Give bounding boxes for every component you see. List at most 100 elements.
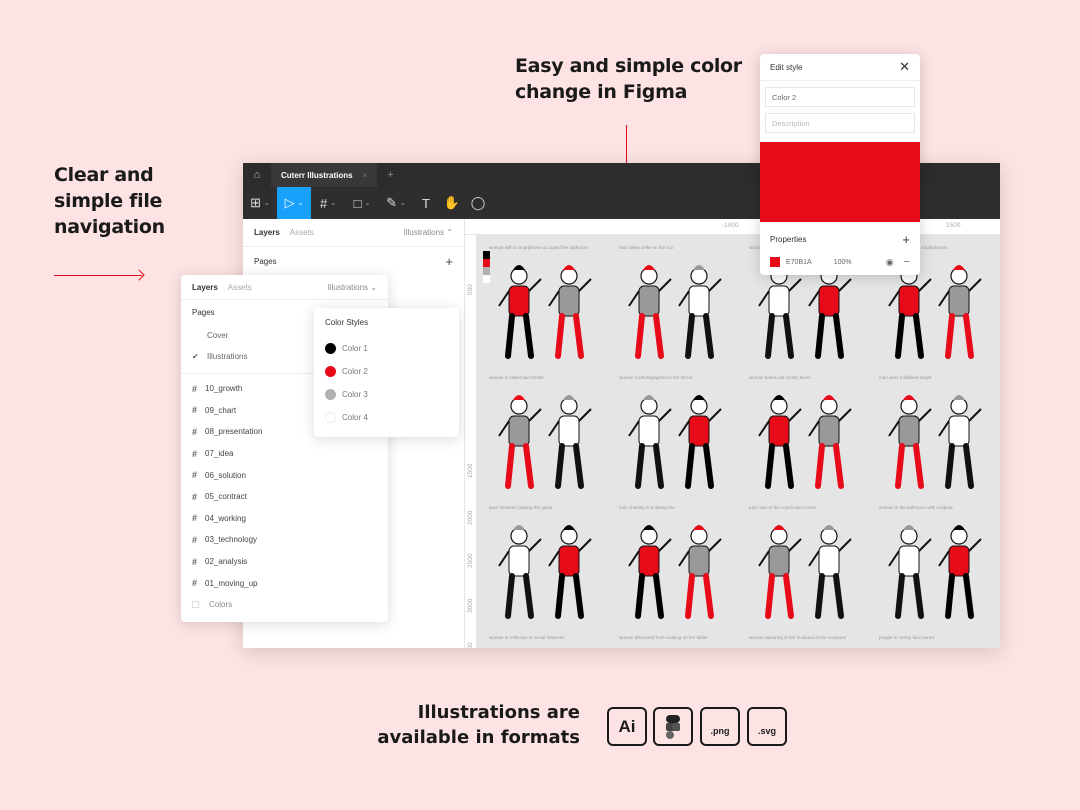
layer-frame[interactable]: #02_analysis: [181, 551, 388, 573]
frame-icon: #: [192, 470, 198, 481]
illustration-caption: woman in reflection in social networks: [489, 635, 565, 640]
pen-tool-icon[interactable]: ✎ ⌄: [379, 187, 413, 219]
illustration-frame[interactable]: woman with a smartphone occupied the bat…: [489, 245, 614, 375]
page-select-label: Illustrations: [403, 228, 445, 237]
illustration-frame[interactable]: woman distracted from cooking on her tab…: [619, 635, 744, 648]
fill-row: E70B1A 100% ◉ −: [770, 256, 910, 268]
page-select[interactable]: Illustrations ⌄: [328, 283, 377, 292]
illustration-frame[interactable]: man takes selfie on the run: [619, 245, 744, 375]
description-placeholder: Description: [772, 118, 810, 128]
color-style-item[interactable]: Color 3: [325, 383, 448, 406]
illustration-frame[interactable]: people in smiley face bones: [879, 635, 1000, 648]
ruler-label: 3000: [467, 598, 474, 613]
ruler-label: 2000: [467, 510, 474, 525]
hand-tool-icon[interactable]: ✋: [439, 187, 465, 219]
file-tab[interactable]: Cuterr Illustrations ×: [271, 163, 378, 187]
ruler-label: 1500: [467, 463, 474, 478]
move-tool-icon[interactable]: ▷ ⌄: [277, 187, 311, 219]
illustration: [758, 525, 852, 619]
tab-layers[interactable]: Layers: [254, 228, 280, 237]
illustration: [628, 395, 722, 489]
frame-icon: #: [192, 534, 198, 545]
illustration: [498, 395, 592, 489]
illustration: [498, 265, 592, 359]
frame-icon: #: [192, 405, 198, 416]
style-name-input[interactable]: Color 2: [765, 87, 915, 107]
layer-frame[interactable]: #05_contract: [181, 486, 388, 508]
pages-label: Pages: [254, 256, 277, 266]
illustration-frame[interactable]: woman hands out smiley faces: [749, 375, 874, 505]
frame-tool-icon[interactable]: # ⌄: [311, 187, 345, 219]
format-label: .png: [710, 726, 730, 736]
remove-fill-icon[interactable]: −: [904, 256, 910, 268]
layer-colors[interactable]: Colors: [181, 594, 388, 616]
color-style-item[interactable]: Color 4: [325, 406, 448, 429]
tab-assets[interactable]: Assets: [290, 228, 314, 237]
illustration-frame[interactable]: man aims a disliked target: [879, 375, 1000, 505]
add-property-icon[interactable]: +: [902, 232, 910, 247]
home-icon[interactable]: ⌂: [243, 169, 271, 181]
check-icon: ✔: [192, 352, 199, 361]
illustration-frame[interactable]: woman in the bathroom with a laptop: [879, 505, 1000, 635]
fill-swatch[interactable]: [770, 257, 780, 267]
illustration: [628, 525, 722, 619]
color-style-label: Color 4: [342, 413, 368, 422]
heading-navigation: Clear and simple file navigation: [54, 162, 165, 240]
fill-hex[interactable]: E70B1A: [786, 259, 812, 266]
tab-layers[interactable]: Layers: [192, 283, 218, 292]
tab-assets[interactable]: Assets: [228, 283, 252, 292]
illustration-frame[interactable]: woman swearing at her husband at the com…: [749, 635, 874, 648]
frame-icon: #: [192, 556, 198, 567]
layer-frame[interactable]: #07_idea: [181, 443, 388, 465]
illustration-frame[interactable]: poor streamer playing the guitar: [489, 505, 614, 635]
layer-frame[interactable]: #01_moving_up: [181, 572, 388, 594]
color-dot: [325, 343, 336, 354]
illustration-frame[interactable]: man chatting in a dating site: [619, 505, 744, 635]
layer-frame[interactable]: #03_technology: [181, 529, 388, 551]
color-style-item[interactable]: Color 2: [325, 360, 448, 383]
comment-tool-icon[interactable]: ◯: [465, 187, 491, 219]
ruler-label: 3500: [467, 643, 474, 648]
layer-label: 08_presentation: [205, 427, 263, 437]
illustration-frame[interactable]: woman in reflection in social networks: [489, 635, 614, 648]
page-select[interactable]: Illustrations ⌃: [404, 228, 453, 237]
illustration-frame[interactable]: woman is called bad breath: [489, 375, 614, 505]
color-dot: [325, 366, 336, 377]
eye-icon[interactable]: ◉: [886, 257, 894, 268]
illustration-caption: woman is called bad breath: [489, 375, 544, 380]
style-name-value: Color 2: [772, 92, 797, 102]
frame-icon: #: [192, 578, 198, 589]
pages-label: Pages: [192, 308, 215, 317]
add-page-icon[interactable]: +: [445, 254, 453, 269]
canvas[interactable]: woman with a smartphone occupied the bat…: [477, 235, 1000, 648]
illustration-caption: woman with a smartphone occupied the bat…: [489, 245, 589, 250]
fill-opacity[interactable]: 100%: [834, 259, 852, 266]
figma-menu-icon[interactable]: ⊞ ⌄: [243, 187, 277, 219]
illustration: [888, 525, 982, 619]
rectangle-tool-icon[interactable]: □ ⌄: [345, 187, 379, 219]
illustration: [619, 646, 739, 648]
layer-label: 09_chart: [205, 405, 237, 415]
layer-frame[interactable]: #04_working: [181, 508, 388, 530]
text-tool-icon[interactable]: T: [413, 187, 439, 219]
close-tab-icon[interactable]: ×: [363, 171, 368, 180]
heading-line: simple file: [54, 190, 163, 212]
illustration-frame[interactable]: woman is photographed in the mirror: [619, 375, 744, 505]
layer-frame[interactable]: #06_solution: [181, 464, 388, 486]
illustration-caption: woman distracted from cooking on her tab…: [619, 635, 708, 640]
close-icon[interactable]: ✕: [899, 59, 910, 75]
color-style-item[interactable]: Color 1: [325, 337, 448, 360]
illustration-caption: tutor sits on the couch and curses: [749, 505, 817, 510]
page-select-label: Illustrations: [327, 282, 369, 292]
illustration: [749, 646, 869, 648]
layer-label: 06_solution: [205, 470, 246, 480]
png-format-icon: .png: [700, 707, 740, 746]
tab-title: Cuterr Illustrations: [281, 170, 353, 180]
heading-line: change in Figma: [515, 81, 688, 103]
heading-line: available in formats: [377, 727, 580, 748]
new-tab-icon[interactable]: +: [387, 169, 393, 181]
illustration-frame[interactable]: tutor sits on the couch and curses: [749, 505, 874, 635]
illustration-caption: woman swearing at her husband at the com…: [749, 635, 847, 640]
frame-icon: #: [192, 383, 198, 394]
description-input[interactable]: Description: [765, 113, 915, 133]
